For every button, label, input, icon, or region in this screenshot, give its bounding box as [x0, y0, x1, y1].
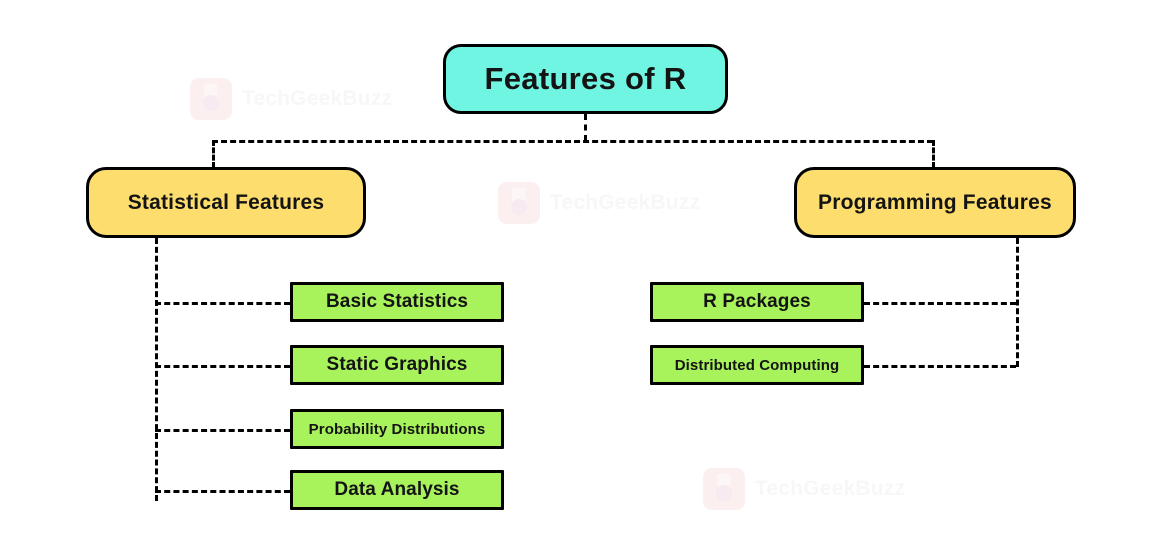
connector-leaf [864, 302, 1016, 305]
techgeekbuzz-logo-icon [703, 468, 745, 510]
connector-horizontal-bus [212, 140, 933, 143]
connector-leaf [155, 302, 290, 305]
watermark-center: TechGeekBuzz [498, 182, 700, 224]
node-label: Distributed Computing [674, 356, 840, 374]
connector-trunk-programming [1016, 238, 1019, 367]
node-label: Data Analysis [334, 479, 460, 500]
connector-leaf [864, 365, 1016, 368]
node-statistical-features[interactable]: Statistical Features [86, 167, 366, 238]
node-basic-statistics[interactable]: Basic Statistics [290, 282, 504, 322]
node-label: Statistical Features [127, 190, 325, 214]
techgeekbuzz-logo-icon [190, 78, 232, 120]
watermark-top-left: TechGeekBuzz [190, 78, 392, 120]
diagram-canvas: TechGeekBuzz TechGeekBuzz TechGeekBuzz F… [0, 0, 1168, 552]
node-distributed-computing[interactable]: Distributed Computing [650, 345, 864, 385]
node-data-analysis[interactable]: Data Analysis [290, 470, 504, 510]
watermark-label: TechGeekBuzz [550, 191, 701, 214]
watermark-label: TechGeekBuzz [755, 477, 906, 500]
node-label: Basic Statistics [325, 291, 469, 312]
watermark-label: TechGeekBuzz [242, 87, 393, 110]
node-label: Programming Features [818, 190, 1052, 214]
node-programming-features[interactable]: Programming Features [794, 167, 1076, 238]
connector-drop-to-statistical-features [212, 140, 215, 168]
connector-leaf [155, 490, 290, 493]
connector-drop-to-programming-features [932, 140, 935, 168]
node-static-graphics[interactable]: Static Graphics [290, 345, 504, 385]
node-features-of-r[interactable]: Features of R [443, 44, 728, 114]
connector-leaf [155, 429, 290, 432]
connector-root-stem [584, 114, 587, 141]
node-label: Probability Distributions [308, 420, 486, 438]
node-probability-distributions[interactable]: Probability Distributions [290, 409, 504, 449]
connector-leaf [155, 365, 290, 368]
techgeekbuzz-logo-icon [498, 182, 540, 224]
node-r-packages[interactable]: R Packages [650, 282, 864, 322]
watermark-bottom-right: TechGeekBuzz [703, 468, 905, 510]
node-label: Features of R [484, 61, 687, 96]
node-label: Static Graphics [326, 354, 468, 375]
node-label: R Packages [703, 291, 811, 312]
connector-trunk-statistical [155, 238, 158, 501]
